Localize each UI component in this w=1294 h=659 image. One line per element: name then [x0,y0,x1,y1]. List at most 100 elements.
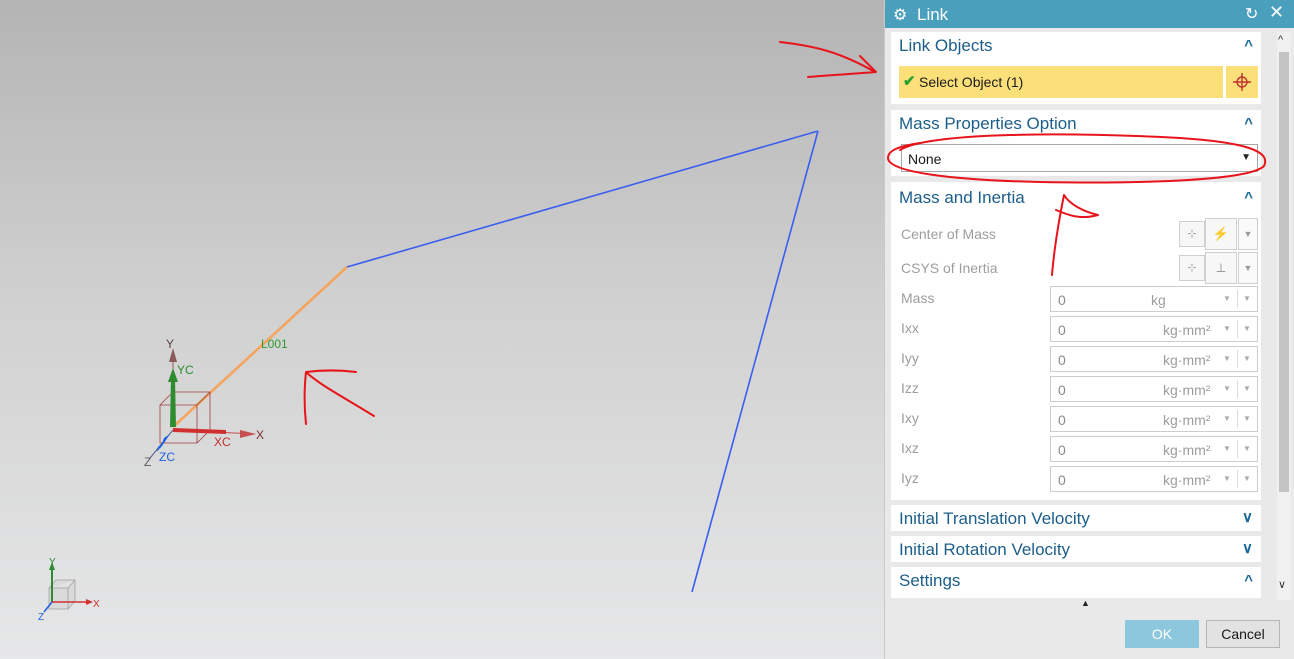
dialog-titlebar: ⚙ Link ↻ ✕ [885,0,1294,28]
select-object-button[interactable]: ✔ Select Object (1) [899,66,1223,98]
iyy-label: Iyy [901,350,919,366]
scroll-down-icon[interactable]: ∨ [1278,578,1286,591]
mass-inertia-section: Mass and Inertia ^ Center of Mass ⊹ ⚡ ▼ … [891,182,1261,500]
ixx-value: 0 [1058,322,1066,338]
checkmark-icon: ✔ [903,73,916,90]
chevron-down-icon[interactable]: ∨ [1242,508,1253,526]
iyz-field[interactable]: 0 kg·mm² ▼ ▼ [1050,466,1258,492]
link-label: L001 [261,337,288,351]
ixy-unit: kg·mm² [1163,412,1211,428]
blue-line-top[interactable] [346,130,819,268]
iyy-value: 0 [1058,352,1066,368]
field-dropdown-icon[interactable]: ▼ [1243,324,1251,333]
mass-unit: kg [1151,292,1166,308]
ok-button[interactable]: OK [1125,620,1199,648]
ixx-unit: kg·mm² [1163,322,1211,338]
dropdown-arrow-icon: ▼ [1241,152,1251,163]
csys-inferred-icon[interactable]: ⟂ [1205,252,1237,284]
viewport-drawing: L001 Y YC X XC Z ZC Y X Z [38,130,819,623]
unit-dropdown-icon[interactable]: ▼ [1223,354,1231,363]
field-dropdown-icon[interactable]: ▼ [1243,294,1251,303]
izz-value: 0 [1058,382,1066,398]
field-dropdown-icon[interactable]: ▼ [1243,354,1251,363]
izz-field[interactable]: 0 kg·mm² ▼ ▼ [1050,376,1258,402]
reset-icon[interactable]: ↻ [1245,4,1258,24]
link-dialog: ⚙ Link ↻ ✕ Link Objects ^ ✔ Select Objec… [884,0,1294,659]
scroll-up-icon[interactable]: ^ [1278,34,1283,46]
chevron-up-icon[interactable]: ^ [1244,37,1253,54]
scrollbar-thumb[interactable] [1279,52,1289,492]
link-objects-header[interactable]: Link Objects [899,36,993,56]
field-dropdown-icon[interactable]: ▼ [1243,384,1251,393]
graphics-viewport[interactable]: L001 Y YC X XC Z ZC Y X Z [0,0,884,659]
unit-dropdown-icon[interactable]: ▼ [1223,444,1231,453]
mini-triad [43,562,93,613]
center-of-mass-label: Center of Mass [901,226,996,242]
chevron-down-icon[interactable]: ▼ [1238,218,1258,250]
ixz-unit: kg·mm² [1163,442,1211,458]
ixy-field[interactable]: 0 kg·mm² ▼ ▼ [1050,406,1258,432]
izz-unit: kg·mm² [1163,382,1211,398]
crosshair-icon [1233,73,1251,91]
field-dropdown-icon[interactable]: ▼ [1243,474,1251,483]
ixz-field[interactable]: 0 kg·mm² ▼ ▼ [1050,436,1258,462]
iyy-unit: kg·mm² [1163,352,1211,368]
initial-translation-header[interactable]: Initial Translation Velocity [899,509,1090,529]
chevron-up-icon[interactable]: ^ [1244,572,1253,589]
mini-axis-x-label: X [93,599,100,610]
mass-label: Mass [901,290,935,306]
point-dialog-icon[interactable]: ⊹ [1179,221,1205,247]
mass-value: 0 [1058,292,1066,308]
ixy-value: 0 [1058,412,1066,428]
chevron-up-icon[interactable]: ^ [1244,189,1253,206]
mass-field[interactable]: 0 kg ▼ ▼ [1050,286,1258,312]
select-object-label: Select Object (1) [919,74,1024,90]
field-dropdown-icon[interactable]: ▼ [1243,444,1251,453]
blue-line-right[interactable] [691,130,819,593]
unit-dropdown-icon[interactable]: ▼ [1223,294,1231,303]
chevron-down-icon[interactable]: ∨ [1242,539,1253,557]
iyz-value: 0 [1058,472,1066,488]
ixz-label: Ixz [901,440,919,456]
axis-y-label: Y [166,337,174,351]
unit-dropdown-icon[interactable]: ▼ [1223,414,1231,423]
unit-dropdown-icon[interactable]: ▼ [1223,324,1231,333]
settings-header[interactable]: Settings [899,571,960,591]
mass-properties-value: None [908,151,942,167]
dialog-title: Link [917,5,949,24]
settings-section: Settings ^ [891,567,1261,598]
unit-dropdown-icon[interactable]: ▼ [1223,474,1231,483]
iyz-unit: kg·mm² [1163,472,1211,488]
initial-rotation-section[interactable]: Initial Rotation Velocity ∨ [891,536,1261,562]
axis-xc-label: XC [214,435,231,449]
initial-rotation-header[interactable]: Initial Rotation Velocity [899,540,1070,560]
crosshair-button[interactable] [1226,66,1258,98]
axis-z-label: Z [144,455,151,469]
chevron-up-icon[interactable]: ^ [1244,115,1253,132]
csys-of-inertia-label: CSYS of Inertia [901,260,998,276]
collapse-triangle-icon[interactable]: ▲ [1081,598,1090,608]
csys-dialog-icon[interactable]: ⊹ [1179,255,1205,281]
axis-x-label: X [256,428,264,442]
mass-properties-header[interactable]: Mass Properties Option [899,114,1077,134]
ixx-label: Ixx [901,320,919,336]
point-inferred-icon[interactable]: ⚡ [1205,218,1237,250]
chevron-down-icon[interactable]: ▼ [1238,252,1258,284]
panel-scrollbar[interactable]: ^ ∨ [1277,32,1291,600]
initial-translation-section[interactable]: Initial Translation Velocity ∨ [891,505,1261,531]
cancel-button[interactable]: Cancel [1206,620,1280,648]
mass-properties-section: Mass Properties Option ^ None ▼ [891,110,1261,176]
unit-dropdown-icon[interactable]: ▼ [1223,384,1231,393]
link-objects-section: Link Objects ^ ✔ Select Object (1) [891,32,1261,104]
mass-properties-dropdown[interactable]: None ▼ [901,144,1258,172]
izz-label: Izz [901,380,919,396]
close-icon[interactable]: ✕ [1269,2,1284,23]
mass-inertia-header[interactable]: Mass and Inertia [899,188,1025,208]
mini-axis-y-label: Y [49,557,56,568]
axis-yc-label: YC [177,363,194,377]
mini-axis-z-label: Z [38,612,44,623]
field-dropdown-icon[interactable]: ▼ [1243,414,1251,423]
ixz-value: 0 [1058,442,1066,458]
ixx-field[interactable]: 0 kg·mm² ▼ ▼ [1050,316,1258,342]
iyy-field[interactable]: 0 kg·mm² ▼ ▼ [1050,346,1258,372]
